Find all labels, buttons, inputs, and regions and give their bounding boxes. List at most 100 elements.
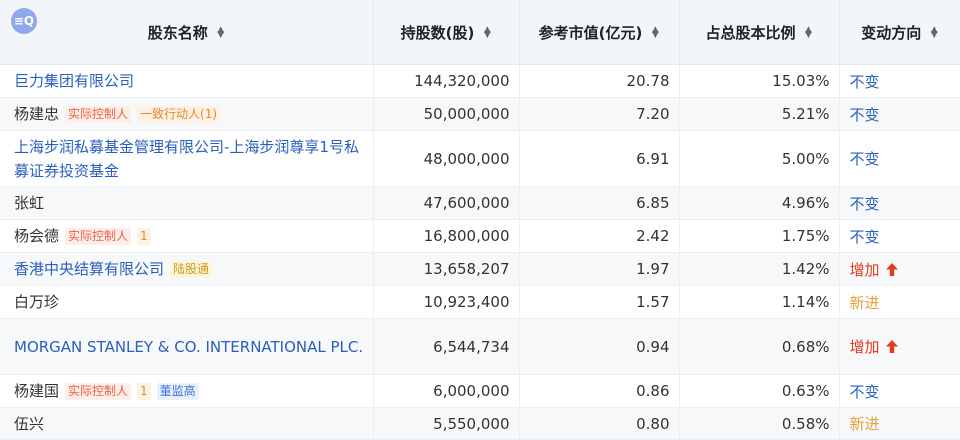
header-market-value[interactable]: 参考市值(亿元) ▲ ▼ xyxy=(519,0,680,65)
shareholder-tag: 一致行动人(1) xyxy=(137,106,221,123)
change-direction-cell: 不变 xyxy=(839,219,960,253)
change-direction-label: 不变 xyxy=(849,382,880,401)
shareholder-name: 杨建忠 xyxy=(14,105,60,123)
table-row[interactable]: 香港中央结算有限公司 陆股通 13,658,207 1.97 1.42% 增加 xyxy=(0,252,960,286)
shareholders-table: ≡Q 股东名称 ▲ ▼ 持股数(股) ▲ ▼ 参考市值(亿元) ▲ ▼ 占总股本比例 ▲ ▼ 变… xyxy=(0,0,960,440)
change-direction-label: 新进 xyxy=(849,293,880,312)
change-direction-label: 不变 xyxy=(849,227,880,246)
table-row[interactable]: 上海步润私募基金管理有限公司-上海步润尊享1号私募证券投资基金 48,000,00… xyxy=(0,130,960,187)
header-label: 股东名称 xyxy=(147,23,208,42)
market-value-cell: 6.91 xyxy=(519,130,680,187)
change-direction-cell: 不变 xyxy=(839,186,960,220)
share-ratio-cell: 0.58% xyxy=(679,407,840,440)
change-direction-cell: 增加 xyxy=(839,318,960,375)
header-share-ratio[interactable]: 占总股本比例 ▲ ▼ xyxy=(679,0,840,65)
table-header-row: ≡Q 股东名称 ▲ ▼ 持股数(股) ▲ ▼ 参考市值(亿元) ▲ ▼ 占总股本比例 ▲ ▼ 变… xyxy=(0,0,960,65)
shares-cell: 48,000,000 xyxy=(373,130,520,187)
shares-cell: 5,550,000 xyxy=(373,407,520,440)
arrow-up-icon xyxy=(885,340,898,353)
market-value-cell: 0.86 xyxy=(519,374,680,408)
change-direction-cell: 新进 xyxy=(839,407,960,440)
change-direction-cell: 新进 xyxy=(839,285,960,319)
table-row[interactable]: 伍兴 5,550,000 0.80 0.58% 新进 xyxy=(0,407,960,440)
shareholder-cell: 白万珍 xyxy=(0,285,374,319)
table-body: 巨力集团有限公司 144,320,000 20.78 15.03% 不变 杨建忠 实际控制人… xyxy=(0,64,960,440)
table-row[interactable]: 杨建国 实际控制人 1 董监高 6,000,000 0.86 0.63% 不变 xyxy=(0,374,960,408)
change-direction-label: 不变 xyxy=(849,105,880,124)
change-direction-cell: 不变 xyxy=(839,374,960,408)
filter-icon[interactable]: ≡Q xyxy=(11,8,37,34)
shareholder-tag: 董监高 xyxy=(156,383,199,400)
market-value-cell: 1.57 xyxy=(519,285,680,319)
change-direction-label: 不变 xyxy=(849,194,880,213)
shareholder-name: 伍兴 xyxy=(14,414,45,433)
market-value-cell: 20.78 xyxy=(519,64,680,98)
shareholder-tag: 实际控制人 xyxy=(65,106,132,123)
table-row[interactable]: 白万珍 10,923,400 1.57 1.14% 新进 xyxy=(0,285,960,319)
shares-cell: 144,320,000 xyxy=(373,64,520,98)
shareholder-tag: 陆股通 xyxy=(170,261,213,278)
share-ratio-cell: 5.00% xyxy=(679,130,840,187)
shareholder-link[interactable]: MORGAN STANLEY & CO. INTERNATIONAL PLC. xyxy=(14,338,363,356)
share-ratio-cell: 0.63% xyxy=(679,374,840,408)
table-row[interactable]: 巨力集团有限公司 144,320,000 20.78 15.03% 不变 xyxy=(0,64,960,98)
change-direction-label: 增加 xyxy=(849,338,880,356)
shareholder-cell: 杨建忠 实际控制人 一致行动人(1) xyxy=(0,97,374,131)
header-label: 参考市值(亿元) xyxy=(538,23,643,42)
header-label: 变动方向 xyxy=(861,23,922,42)
header-shareholder-name[interactable]: ≡Q 股东名称 ▲ ▼ xyxy=(0,0,374,65)
shares-cell: 50,000,000 xyxy=(373,97,520,131)
shares-cell: 6,000,000 xyxy=(373,374,520,408)
shareholder-cell: 伍兴 xyxy=(0,407,374,440)
shares-cell: 13,658,207 xyxy=(373,252,520,286)
change-direction-label: 新进 xyxy=(849,415,880,433)
change-direction-cell: 不变 xyxy=(839,64,960,98)
arrow-up-icon xyxy=(885,262,898,276)
shareholder-cell: 张虹 xyxy=(0,186,374,220)
share-ratio-cell: 1.75% xyxy=(679,219,840,253)
change-direction-cell: 不变 xyxy=(839,97,960,131)
shareholder-cell: 巨力集团有限公司 xyxy=(0,64,374,98)
change-direction-cell: 不变 xyxy=(839,130,960,187)
shareholder-cell: 香港中央结算有限公司 陆股通 xyxy=(0,252,374,286)
share-ratio-cell: 0.68% xyxy=(679,318,840,375)
shareholder-link[interactable]: 香港中央结算有限公司 xyxy=(14,260,164,278)
header-change-direction[interactable]: 变动方向 ▲ ▼ xyxy=(839,0,960,65)
shareholder-name: 白万珍 xyxy=(14,293,60,311)
shareholder-cell: MORGAN STANLEY & CO. INTERNATIONAL PLC. xyxy=(0,318,374,375)
share-ratio-cell: 1.14% xyxy=(679,285,840,319)
share-ratio-cell: 5.21% xyxy=(679,97,840,131)
change-direction-label: 不变 xyxy=(849,72,880,91)
shareholder-link[interactable]: 上海步润私募基金管理有限公司-上海步润尊享1号私募证券投资基金 xyxy=(14,138,359,180)
table-row[interactable]: 张虹 47,600,000 6.85 4.96% 不变 xyxy=(0,186,960,220)
market-value-cell: 7.20 xyxy=(519,97,680,131)
shareholder-tag: 实际控制人 xyxy=(65,228,132,245)
share-ratio-cell: 4.96% xyxy=(679,186,840,220)
market-value-cell: 6.85 xyxy=(519,186,680,220)
sort-icon[interactable]: ▲ ▼ xyxy=(805,26,813,40)
header-shares[interactable]: 持股数(股) ▲ ▼ xyxy=(373,0,520,65)
shareholder-cell: 杨会德 实际控制人 1 xyxy=(0,219,374,253)
sort-icon[interactable]: ▲ ▼ xyxy=(651,26,659,40)
shareholder-link[interactable]: 巨力集团有限公司 xyxy=(14,72,134,90)
table-row[interactable]: 杨会德 实际控制人 1 16,800,000 2.42 1.75% 不变 xyxy=(0,219,960,253)
market-value-cell: 2.42 xyxy=(519,219,680,253)
shareholder-tag: 实际控制人 xyxy=(65,383,132,400)
shareholder-cell: 上海步润私募基金管理有限公司-上海步润尊享1号私募证券投资基金 xyxy=(0,130,374,187)
sort-icon[interactable]: ▲ ▼ xyxy=(930,26,938,40)
share-ratio-cell: 1.42% xyxy=(679,252,840,286)
shareholder-tag: 1 xyxy=(137,228,151,245)
sort-icon[interactable]: ▲ ▼ xyxy=(217,26,225,40)
sort-icon[interactable]: ▲ ▼ xyxy=(483,26,491,40)
header-label: 占总股本比例 xyxy=(705,23,796,42)
shares-cell: 10,923,400 xyxy=(373,285,520,319)
table-row[interactable]: MORGAN STANLEY & CO. INTERNATIONAL PLC. 6… xyxy=(0,318,960,375)
market-value-cell: 0.80 xyxy=(519,407,680,440)
change-direction-label: 不变 xyxy=(849,150,880,168)
shareholder-name: 张虹 xyxy=(14,194,45,212)
shares-cell: 47,600,000 xyxy=(373,186,520,220)
shareholder-name: 杨建国 xyxy=(14,382,60,400)
change-direction-cell: 增加 xyxy=(839,252,960,286)
table-row[interactable]: 杨建忠 实际控制人 一致行动人(1) 50,000,000 7.20 5.21% 不变 xyxy=(0,97,960,131)
shares-cell: 16,800,000 xyxy=(373,219,520,253)
